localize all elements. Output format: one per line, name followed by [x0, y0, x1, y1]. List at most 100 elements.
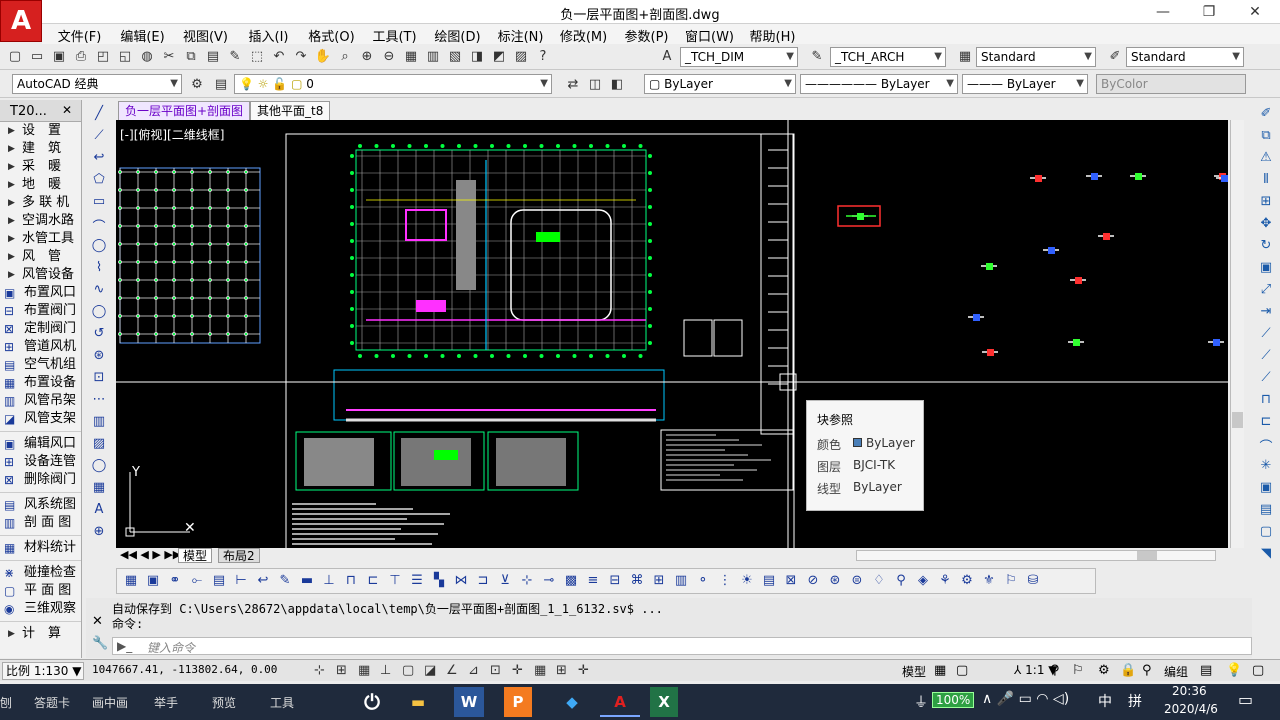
modify-tool-icon[interactable]: ⟋ — [1254, 348, 1278, 370]
modify-tool-icon[interactable]: ⊓ — [1254, 392, 1278, 414]
restore-button[interactable]: ❐ — [1186, 2, 1232, 22]
open-icon[interactable]: ▭ — [27, 47, 47, 67]
battery-indicator[interactable]: 100% — [932, 692, 975, 708]
draw-tool-icon[interactable]: ◯ — [86, 458, 112, 480]
draw-tool-icon[interactable]: ▥ — [86, 414, 112, 436]
hvac-tool-icon[interactable]: ⊜ — [847, 571, 867, 591]
hvac-tool-icon[interactable]: ♢ — [869, 571, 889, 591]
modify-tool-icon[interactable]: ⫴ — [1254, 172, 1278, 194]
hvac-tool-icon[interactable]: ⊏ — [363, 571, 383, 591]
sheetset-icon[interactable]: ◨ — [467, 47, 487, 67]
modify-tool-icon[interactable]: ⧉ — [1254, 128, 1278, 150]
modify-tool-icon[interactable]: ✐ — [1254, 106, 1278, 128]
copy-icon[interactable]: ⧉ — [181, 47, 201, 67]
palette-tool[interactable]: ◪ 风管支架 — [0, 410, 81, 428]
draw-tool-icon[interactable]: ⟋ — [86, 128, 112, 150]
hvac-tool-icon[interactable]: ☀ — [737, 571, 757, 591]
modify-tool-icon[interactable]: ⌒ — [1254, 436, 1278, 458]
palette-group[interactable]: ▶ 地 暖 — [0, 176, 81, 194]
draw-tool-icon[interactable]: ↺ — [86, 326, 112, 348]
hvac-tool-icon[interactable]: ⊘ — [803, 571, 823, 591]
command-input[interactable]: ▶_ 键入命令 — [112, 637, 1252, 655]
hvac-tool-icon[interactable]: ⊐ — [473, 571, 493, 591]
file-explorer-icon[interactable]: ▬ — [398, 687, 438, 717]
status-misc-icon[interactable]: ▢ — [1252, 663, 1264, 678]
viewport-controls[interactable]: [-][俯视][二维线框] — [120, 126, 224, 143]
drafting-toggle-icon[interactable]: ◪ — [424, 663, 436, 678]
print-icon[interactable]: ⎙ — [71, 47, 91, 67]
model-space-button[interactable]: 模型 — [902, 663, 926, 680]
status-misc-icon[interactable]: 💡 — [1226, 663, 1242, 678]
hvac-tool-icon[interactable]: ▤ — [209, 571, 229, 591]
hvac-tool-icon[interactable]: ▦ — [121, 571, 141, 591]
draw-tool-icon[interactable]: ▨ — [86, 436, 112, 458]
zoom-realtime-icon[interactable]: ⌕ — [335, 47, 355, 67]
layout-icon[interactable]: ▦ — [934, 663, 946, 678]
autocad-logo-icon[interactable]: A — [0, 0, 42, 42]
modify-tool-icon[interactable]: ⤢ — [1254, 282, 1278, 304]
palette-tool[interactable]: ⊞ 设备连管 — [0, 453, 81, 471]
taskbar-item-answer[interactable]: 答题卡 — [34, 694, 70, 711]
draw-tool-icon[interactable]: ⌇ — [86, 260, 112, 282]
notification-icon[interactable]: ▭ — [1238, 690, 1253, 709]
draw-tool-icon[interactable]: ╱ — [86, 106, 112, 128]
tab-model[interactable]: 模型 — [178, 548, 213, 563]
clock-time[interactable]: 20:36 — [1172, 684, 1207, 698]
modify-tool-icon[interactable]: ✥ — [1254, 216, 1278, 238]
word-icon[interactable]: W — [454, 687, 484, 717]
dim-style-icon[interactable]: ✎ — [807, 47, 827, 67]
hvac-tool-icon[interactable]: ≡ — [583, 571, 603, 591]
draw-tool-icon[interactable]: ⋯ — [86, 392, 112, 414]
modify-tool-icon[interactable]: ▣ — [1254, 260, 1278, 282]
palette-tool[interactable]: ⋇ 碰撞检查 — [0, 564, 81, 582]
palette-tool[interactable]: ⊞ 管道风机 — [0, 338, 81, 356]
hvac-tool-icon[interactable]: ▣ — [143, 571, 163, 591]
hvac-tool-icon[interactable]: ▩ — [561, 571, 581, 591]
drafting-toggle-icon[interactable]: ⊞ — [336, 663, 347, 678]
palette-group[interactable]: ▶ 建 筑 — [0, 140, 81, 158]
modify-tool-icon[interactable]: ✳ — [1254, 458, 1278, 480]
markup-icon[interactable]: ◩ — [489, 47, 509, 67]
drawing-canvas[interactable]: Y ✕ [-][俯视][二维线框] — [116, 120, 1228, 548]
scale-combo[interactable]: 比例 1:130 ▼ — [2, 662, 84, 680]
palette-tool[interactable]: ⊟ 布置阀门 — [0, 302, 81, 320]
cut-icon[interactable]: ✂ — [159, 47, 179, 67]
plotstyle-combo[interactable]: ByColor — [1096, 74, 1246, 94]
tab-other-drawing[interactable]: 其他平面_t8 — [250, 101, 331, 120]
draw-tool-icon[interactable]: ◯ — [86, 304, 112, 326]
command-settings-icon[interactable]: 🔧 — [92, 636, 108, 651]
draw-tool-icon[interactable]: ▭ — [86, 194, 112, 216]
redo-icon[interactable]: ↷ — [291, 47, 311, 67]
hvac-tool-icon[interactable]: ▤ — [759, 571, 779, 591]
modify-tool-icon[interactable]: ⊞ — [1254, 194, 1278, 216]
calc-icon[interactable]: ▨ — [511, 47, 531, 67]
vertical-scrollbar[interactable] — [1230, 120, 1244, 548]
modify-tool-icon[interactable]: ▣ — [1254, 480, 1278, 502]
tab-layout2[interactable]: 布局2 — [218, 548, 260, 563]
lineweight-combo[interactable]: ——— ByLayer ▼ — [962, 74, 1088, 94]
color-combo[interactable]: ▢ ByLayer ▼ — [644, 74, 796, 94]
hvac-tool-icon[interactable]: ⚐ — [1001, 571, 1021, 591]
taskbar-item-0[interactable]: 刨 — [0, 694, 12, 711]
dim-style-combo[interactable]: _TCH_DIM ▼ — [680, 47, 798, 67]
palette-tool[interactable]: ▥ 剖 面 图 — [0, 514, 81, 532]
taskbar-item-raise-hand[interactable]: 举手 — [154, 694, 178, 711]
group-button[interactable]: 编组 — [1164, 663, 1188, 680]
hvac-tool-icon[interactable]: ◈ — [913, 571, 933, 591]
draw-tool-icon[interactable]: ⌒ — [86, 216, 112, 238]
help-icon[interactable]: ? — [533, 47, 553, 67]
taskbar-item-tools[interactable]: 工具 — [270, 694, 294, 711]
palette-group[interactable]: ▶ 空调水路 — [0, 212, 81, 230]
palette-group[interactable]: ▶ 多 联 机 — [0, 194, 81, 212]
drafting-toggle-icon[interactable]: ⊹ — [314, 663, 325, 678]
drafting-toggle-icon[interactable]: ⊞ — [556, 663, 567, 678]
close-button[interactable]: ✕ — [1232, 2, 1278, 22]
linetype-combo[interactable]: —————— ByLayer ▼ — [800, 74, 958, 94]
tab-nav-icon[interactable]: ◀◀ ◀ ▶ ▶▶ — [120, 548, 181, 561]
new-icon[interactable]: ▢ — [5, 47, 25, 67]
workspace-icon[interactable]: ⚙ — [1098, 663, 1110, 678]
ime-mode-indicator[interactable]: 拼 — [1128, 691, 1142, 711]
palette-tool[interactable]: ▦ 布置设备 — [0, 374, 81, 392]
modify-tool-icon[interactable]: ◥ — [1254, 546, 1278, 568]
palette-group[interactable]: ▶ 设 置 — [0, 122, 81, 140]
